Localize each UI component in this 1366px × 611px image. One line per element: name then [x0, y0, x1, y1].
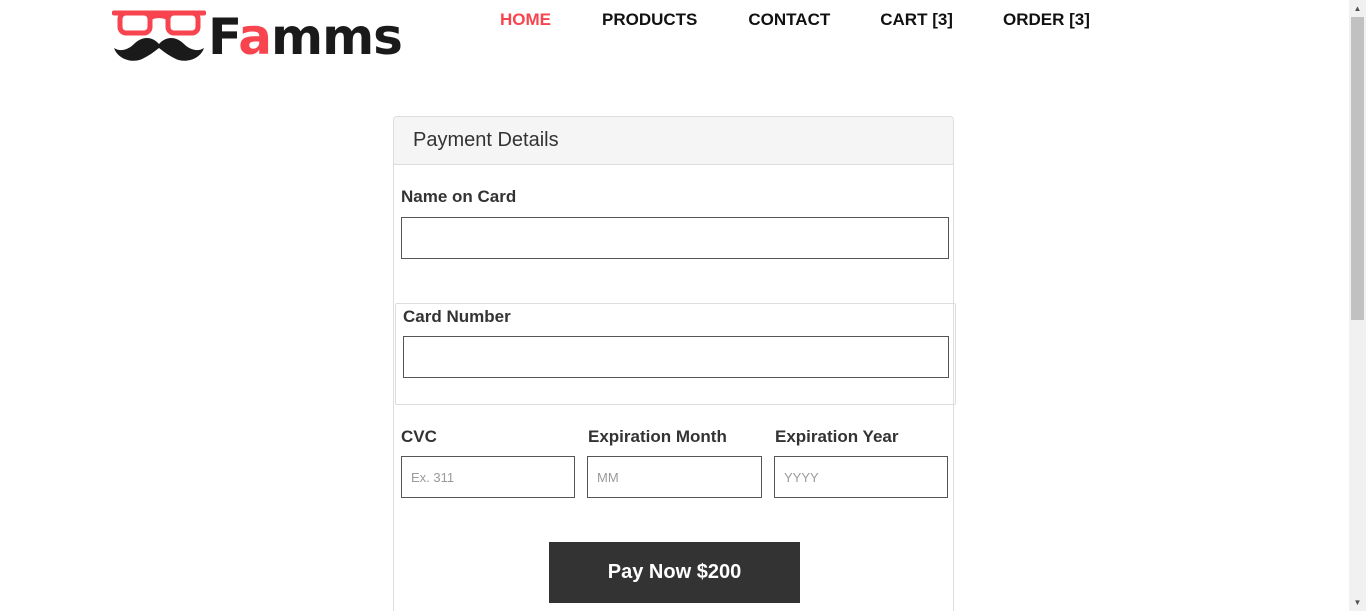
brand-logo[interactable]: Famms	[112, 6, 403, 66]
brand-name-part1: F	[208, 8, 239, 66]
expiration-month-label: Expiration Month	[588, 427, 727, 446]
brand-name-accent: a	[238, 8, 272, 66]
nav-products[interactable]: PRODUCTS	[602, 10, 697, 30]
card-number-group: Card Number	[395, 303, 956, 405]
expiration-year-input[interactable]	[774, 456, 948, 498]
nav-contact[interactable]: CONTACT	[748, 10, 830, 30]
scroll-up-arrow-icon[interactable]: ▲	[1349, 0, 1366, 17]
cvc-label: CVC	[401, 427, 437, 446]
scroll-thumb[interactable]	[1351, 17, 1364, 320]
panel-heading: Payment Details	[394, 117, 953, 165]
main-nav: HOME PRODUCTS CONTACT CART [3] ORDER [3]	[500, 10, 1090, 30]
nav-home[interactable]: HOME	[500, 10, 551, 30]
nav-cart[interactable]: CART [3]	[880, 10, 953, 30]
expiration-year-label: Expiration Year	[775, 427, 899, 446]
page: Famms HOME PRODUCTS CONTACT CART [3] ORD…	[0, 0, 1366, 611]
card-number-input[interactable]	[403, 336, 949, 378]
payment-panel: Payment Details Name on Card Card Number…	[393, 116, 956, 611]
brand-name-part2: mms	[270, 8, 403, 66]
scroll-down-arrow-icon[interactable]: ▼	[1349, 594, 1366, 611]
expiration-month-input[interactable]	[587, 456, 762, 498]
name-on-card-label: Name on Card	[401, 187, 517, 206]
pay-now-button[interactable]: Pay Now $200	[549, 542, 800, 603]
brand-name: Famms	[208, 8, 403, 66]
glasses-mustache-icon	[112, 10, 206, 61]
vertical-scrollbar[interactable]: ▲ ▼	[1349, 0, 1366, 611]
card-number-label: Card Number	[403, 307, 511, 326]
nav-order[interactable]: ORDER [3]	[1003, 10, 1090, 30]
name-on-card-input[interactable]	[401, 217, 949, 259]
cvc-input[interactable]	[401, 456, 575, 498]
